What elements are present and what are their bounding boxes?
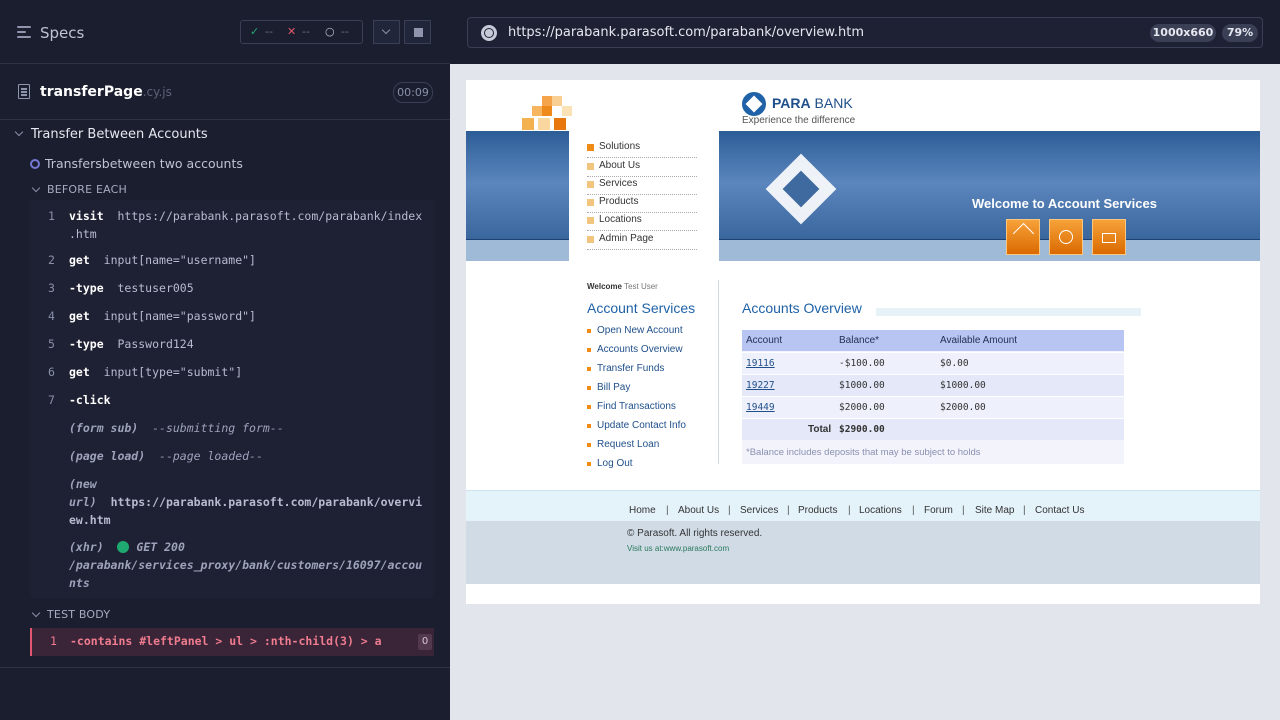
account-services-title: Account Services <box>587 300 696 316</box>
tagline: Experience the difference <box>742 115 856 126</box>
account-link[interactable]: 19449 <box>746 402 775 413</box>
copyright: © Parasoft. All rights reserved. <box>627 528 763 539</box>
parabank-emblem-icon <box>762 150 840 228</box>
command-log-panel: Specs ✓ -- ✕ -- ○ -- transferPage.cy.js … <box>0 0 450 720</box>
parabank-page: PARA BANK Experience the difference Welc… <box>466 80 1260 604</box>
home-icon[interactable] <box>1006 219 1040 255</box>
accounts-overview-title: Accounts Overview <box>742 300 862 316</box>
specs-label[interactable]: Specs <box>40 24 84 42</box>
footer-about-us[interactable]: About Us <box>678 505 719 516</box>
before-each-commands: 1 visit https://parabank.parasoft.com/pa… <box>30 200 434 598</box>
failed-count: -- <box>302 25 310 38</box>
xhr-status-dot-icon <box>117 541 130 553</box>
before-each-hook[interactable]: BEFORE EACH <box>47 183 127 196</box>
test-stats: ✓ -- ✕ -- ○ -- <box>240 20 363 44</box>
event-new-url[interactable]: (new url) https://parabank.parasoft.com/… <box>69 475 422 529</box>
chevron-down-icon[interactable] <box>14 127 24 137</box>
element-count-badge: 0 <box>418 634 432 650</box>
test-title[interactable]: Transfersbetween two accounts <box>45 156 243 171</box>
passed-count: -- <box>265 25 273 38</box>
specs-header: Specs ✓ -- ✕ -- ○ -- <box>0 0 450 64</box>
menu-admin-page[interactable]: Admin Page <box>587 232 697 250</box>
parabank-star-icon <box>742 92 766 116</box>
top-menu: Solutions About Us Services Products Loc… <box>569 131 719 276</box>
contact-envelope-icon[interactable] <box>1092 219 1126 255</box>
menu-about-us[interactable]: About Us <box>587 159 697 177</box>
url-bar-strip: https://parabank.parasoft.com/parabank/o… <box>450 0 1280 64</box>
test-body-section[interactable]: TEST BODY <box>47 608 110 621</box>
event-xhr[interactable]: (xhr) GET 200 /parabank/services_proxy/b… <box>69 538 422 592</box>
event-page-load[interactable]: (page load) --page loaded-- <box>69 447 263 465</box>
menu-services[interactable]: Services <box>587 177 697 195</box>
zoom-badge[interactable]: 79% <box>1222 24 1258 42</box>
menu-locations[interactable]: Locations <box>587 213 697 231</box>
globe-icon <box>481 25 497 41</box>
brand-name: PARA BANK <box>772 95 853 111</box>
stop-icon <box>414 28 423 37</box>
welcome-user: Welcome Test User <box>587 282 658 291</box>
table-row: 19449 $2000.00 $2000.00 <box>742 396 1124 418</box>
event-form-submit[interactable]: (form sub) --submitting form-- <box>69 419 284 437</box>
account-link[interactable]: 19116 <box>746 358 775 369</box>
footer-home[interactable]: Home <box>629 505 656 516</box>
footer-locations[interactable]: Locations <box>859 505 902 516</box>
table-total-row: Total $2900.00 <box>742 418 1124 440</box>
balance-note: *Balance includes deposits that may be s… <box>746 447 981 458</box>
footer-site-map[interactable]: Site Map <box>975 505 1014 516</box>
spec-filename: transferPage.cy.js <box>40 84 172 100</box>
footer-services[interactable]: Services <box>740 505 778 516</box>
about-people-icon[interactable] <box>1049 219 1083 255</box>
footer-products[interactable]: Products <box>798 505 837 516</box>
pending-ring-icon: ○ <box>325 25 335 38</box>
footer-info: © Parasoft. All rights reserved. Visit u… <box>466 521 1260 584</box>
table-row: 19116 -$100.00 $0.00 <box>742 352 1124 374</box>
chevron-down-icon[interactable] <box>31 608 41 618</box>
footer-nav: Home | About Us | Services | Products | … <box>466 490 1260 521</box>
pending-count: -- <box>341 25 349 38</box>
failed-x-icon: ✕ <box>287 25 297 38</box>
spec-file-row: transferPage.cy.js 00:09 <box>0 64 450 120</box>
account-link[interactable]: 19227 <box>746 380 775 391</box>
footer-forum[interactable]: Forum <box>924 505 953 516</box>
url-bar[interactable]: https://parabank.parasoft.com/parabank/o… <box>467 17 1263 48</box>
viewport-size-badge[interactable]: 1000x660 <box>1150 24 1216 42</box>
menu-products[interactable]: Products <box>587 195 697 213</box>
footer-contact-us[interactable]: Contact Us <box>1035 505 1084 516</box>
failed-command-text: -contains #leftPanel > ul > :nth-child(3… <box>70 634 382 648</box>
running-indicator-icon <box>30 159 40 169</box>
auto-scroll-toggle[interactable] <box>373 20 400 44</box>
menu-solutions[interactable]: Solutions <box>587 140 697 158</box>
passed-check-icon: ✓ <box>250 25 260 38</box>
suite-title[interactable]: Transfer Between Accounts <box>31 127 208 142</box>
specs-menu-icon[interactable] <box>17 26 31 38</box>
table-row: 19227 $1000.00 $1000.00 <box>742 374 1124 396</box>
stop-button[interactable] <box>404 20 431 44</box>
visit-link[interactable]: Visit us at:www.parasoft.com <box>627 544 729 553</box>
spec-duration: 00:09 <box>393 82 433 103</box>
failed-command-row[interactable]: 1 -contains #leftPanel > ul > :nth-child… <box>30 628 434 656</box>
banner-welcome: Welcome to Account Services <box>972 196 1157 211</box>
accounts-table: Account Balance* Available Amount 19116 … <box>742 330 1124 464</box>
table-header: Account Balance* Available Amount <box>742 330 1124 351</box>
chevron-down-icon[interactable] <box>31 183 41 193</box>
document-icon <box>18 84 30 99</box>
url-text[interactable]: https://parabank.parasoft.com/parabank/o… <box>508 25 864 40</box>
